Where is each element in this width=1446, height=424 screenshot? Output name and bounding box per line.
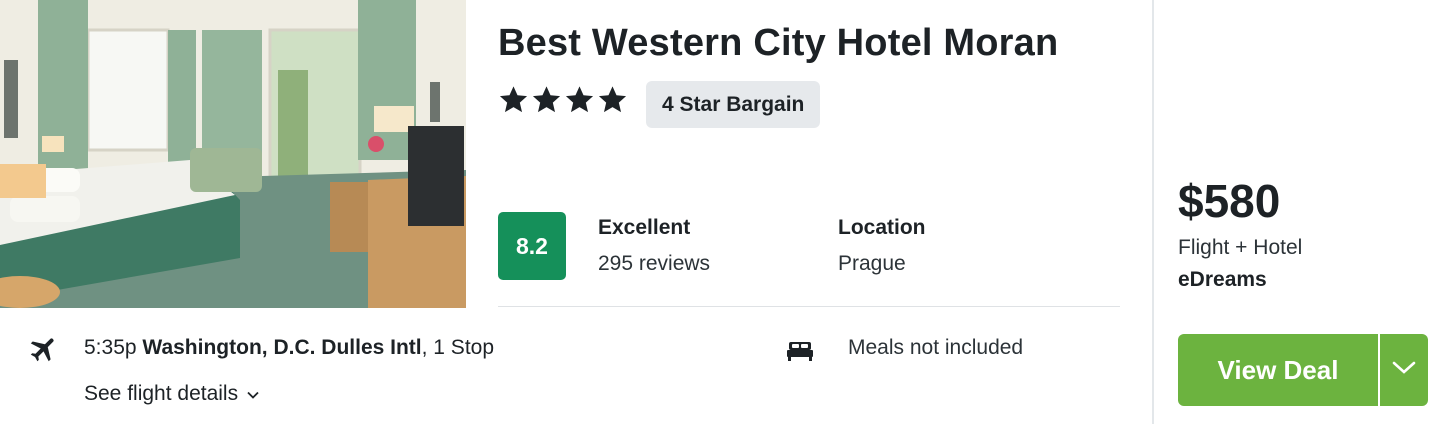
- panel-divider: [1152, 0, 1154, 424]
- view-deal-button[interactable]: View Deal: [1178, 334, 1378, 406]
- meals-info: Meals not included: [848, 336, 1024, 359]
- more-deals-dropdown-button[interactable]: [1380, 334, 1428, 406]
- star-rating: [498, 84, 628, 115]
- flight-summary: 5:35p Washington, D.C. Dulles Intl, 1 St…: [84, 336, 494, 360]
- see-flight-details-link[interactable]: See flight details: [84, 382, 260, 406]
- star-icon: [564, 84, 595, 115]
- section-divider: [498, 306, 1120, 307]
- rating-word: Excellent: [598, 216, 691, 239]
- departure-time: 5:35p: [84, 336, 137, 359]
- location-label: Location: [838, 216, 926, 239]
- plane-icon: [28, 333, 60, 365]
- star-icon: [498, 84, 529, 115]
- chevron-down-icon: [246, 382, 260, 406]
- hotel-name[interactable]: Best Western City Hotel Moran: [498, 22, 1058, 65]
- review-score-badge: 8.2: [498, 212, 566, 280]
- bed-icon: [786, 338, 814, 362]
- location-value: Prague: [838, 252, 906, 275]
- star-icon: [597, 84, 628, 115]
- star-icon: [531, 84, 562, 115]
- star-category-badge: 4 Star Bargain: [646, 81, 821, 128]
- package-type: Flight + Hotel: [1178, 236, 1303, 259]
- deal-price: $580: [1178, 175, 1281, 227]
- hotel-deal-card: Best Western City Hotel Moran 4 Star Bar…: [0, 0, 1446, 424]
- chevron-down-icon: [1391, 360, 1417, 381]
- review-count[interactable]: 295 reviews: [598, 252, 710, 276]
- stop-count: , 1 Stop: [421, 336, 495, 359]
- hotel-photo[interactable]: [0, 0, 466, 308]
- deal-provider: eDreams: [1178, 268, 1267, 291]
- departure-airport: Washington, D.C. Dulles Intl: [142, 336, 422, 359]
- flight-details-label: See flight details: [84, 382, 239, 405]
